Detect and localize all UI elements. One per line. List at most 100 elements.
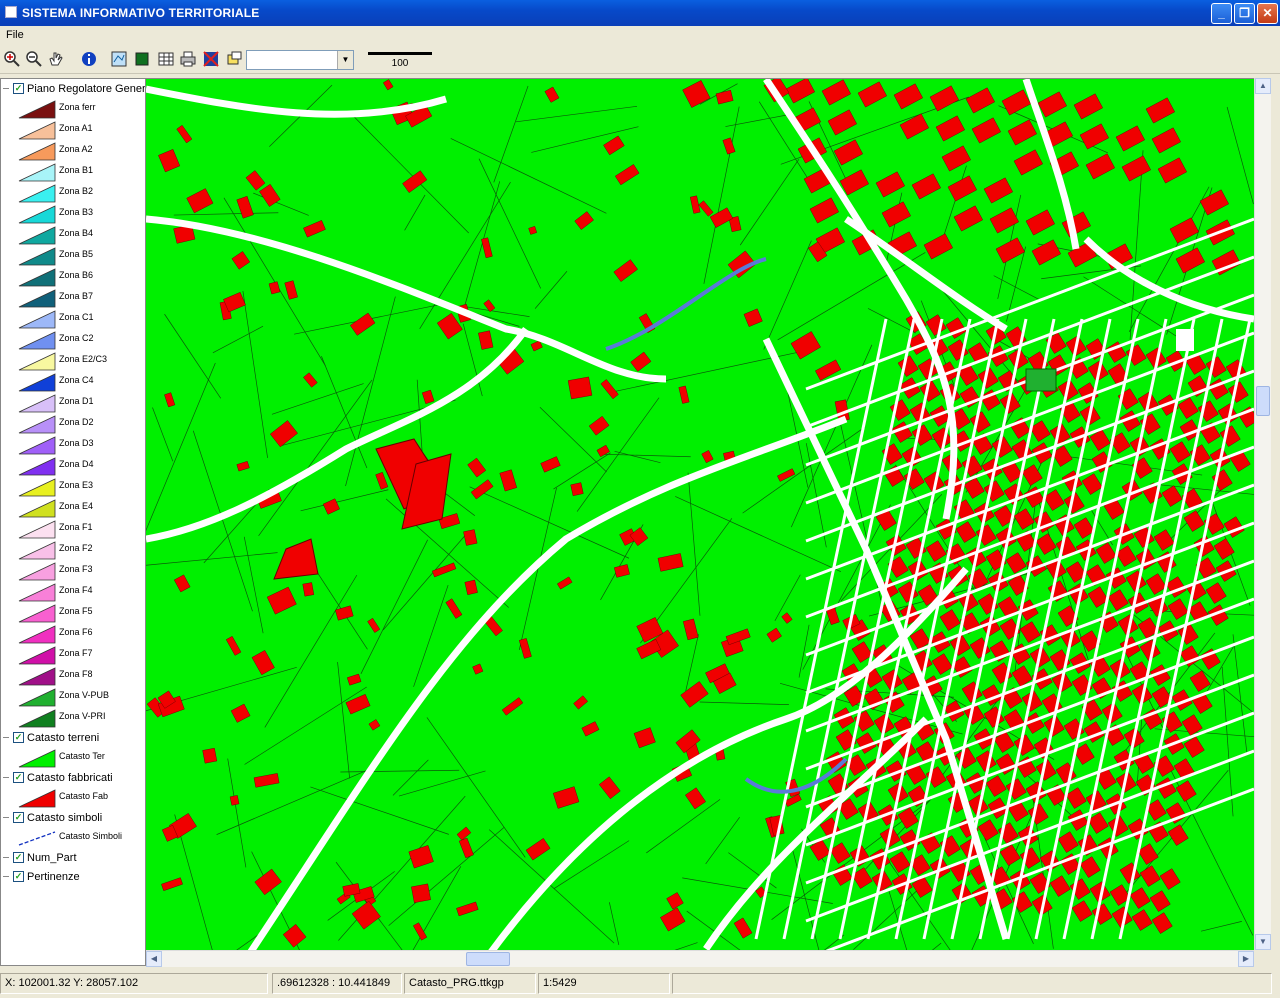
legend-item-label: Zona A2 bbox=[59, 144, 93, 154]
legend-swatch bbox=[18, 268, 56, 287]
layer-checkbox[interactable]: ✓ bbox=[13, 83, 24, 94]
legend-swatch bbox=[18, 562, 56, 581]
scroll-left-icon[interactable]: ◀ bbox=[146, 951, 162, 967]
legend-item-label: Zona E3 bbox=[59, 480, 94, 490]
vertical-scrollbar[interactable]: ▲ ▼ bbox=[1254, 78, 1271, 950]
scroll-up-icon[interactable]: ▲ bbox=[1255, 78, 1271, 94]
layer-checkbox[interactable]: ✓ bbox=[13, 732, 24, 743]
tree-line bbox=[3, 876, 9, 877]
pan-hand-icon[interactable] bbox=[47, 50, 65, 68]
legend-item-label: Zona V-PRI bbox=[59, 711, 106, 721]
vertical-scroll-thumb[interactable] bbox=[1256, 386, 1270, 416]
legend-item: Zona D1 bbox=[15, 393, 145, 414]
legend-swatch bbox=[18, 709, 56, 728]
legend-swatch bbox=[18, 831, 56, 846]
status-geo: .69612328 : 10.441849 bbox=[272, 973, 402, 994]
status-empty bbox=[672, 973, 1272, 994]
status-bar: X: 102001.32 Y: 28057.102 .69612328 : 10… bbox=[0, 970, 1280, 998]
legend-swatch bbox=[18, 667, 56, 686]
tree-line bbox=[3, 857, 9, 858]
legend-item-label: Zona B3 bbox=[59, 207, 94, 217]
maximize-button[interactable]: ❐ bbox=[1234, 3, 1255, 24]
legend-swatch bbox=[18, 331, 56, 350]
scroll-down-icon[interactable]: ▼ bbox=[1255, 934, 1271, 950]
legend-item: Zona C1 bbox=[15, 309, 145, 330]
layer-name: Num_Part bbox=[27, 852, 77, 864]
building bbox=[302, 582, 315, 597]
map-drawing[interactable] bbox=[146, 79, 1254, 950]
layer-row[interactable]: ✓ Catasto terreni bbox=[3, 730, 145, 746]
legend-swatch bbox=[18, 541, 56, 560]
legend-swatch bbox=[18, 646, 56, 665]
legend-item-label: Zona F3 bbox=[59, 564, 93, 574]
status-coords: X: 102001.32 Y: 28057.102 bbox=[0, 973, 268, 994]
legend-item-label: Zona D3 bbox=[59, 438, 94, 448]
horizontal-scrollbar[interactable]: ◀ ▶ bbox=[146, 950, 1254, 967]
legend-item-label: Zona V-PUB bbox=[59, 690, 110, 700]
legend-item-label: Zona F1 bbox=[59, 522, 93, 532]
layer-row[interactable]: ✓ Catasto simboli bbox=[3, 810, 145, 826]
legend-swatch bbox=[18, 310, 56, 329]
layer-row[interactable]: ✓ Num_Part bbox=[3, 850, 145, 866]
window-title: SISTEMA INFORMATIVO TERRITORIALE bbox=[22, 6, 260, 20]
layer-checkbox[interactable]: ✓ bbox=[13, 812, 24, 823]
layer-row[interactable]: ✓ Pertinenze bbox=[3, 869, 145, 885]
legend-item-label: Catasto Fab bbox=[59, 791, 109, 801]
menu-file[interactable]: File bbox=[6, 29, 24, 41]
legend-item: Zona B6 bbox=[15, 267, 145, 288]
legend-swatch bbox=[18, 583, 56, 602]
legend-item: Zona E4 bbox=[15, 498, 145, 519]
toolbar: ▼ 100 bbox=[0, 46, 1280, 74]
close-button[interactable]: ✕ bbox=[1257, 3, 1278, 24]
legend-swatch bbox=[18, 247, 56, 266]
layer-row[interactable]: ✓Piano Regolatore Generale bbox=[3, 81, 145, 97]
layer-fill-icon[interactable] bbox=[133, 50, 151, 68]
info-icon[interactable] bbox=[80, 50, 98, 68]
legend-item-label: Zona F7 bbox=[59, 648, 93, 658]
park bbox=[1176, 329, 1194, 351]
legend-item-label: Zona C1 bbox=[59, 312, 94, 322]
horizontal-scroll-thumb[interactable] bbox=[466, 952, 510, 966]
legend-swatch bbox=[18, 163, 56, 182]
layer-row[interactable]: ✓ Catasto fabbricati bbox=[3, 770, 145, 786]
legend-item: Zona B7 bbox=[15, 288, 145, 309]
legend-item-label: Zona B6 bbox=[59, 270, 94, 280]
legend-item-label: Zona ferr bbox=[59, 102, 96, 112]
legend-item: Zona B3 bbox=[15, 204, 145, 225]
legend-item: Zona V-PRI bbox=[15, 708, 145, 729]
select-tool-icon[interactable] bbox=[225, 50, 243, 68]
zoom-in-icon[interactable] bbox=[3, 50, 21, 68]
legend-swatch bbox=[18, 415, 56, 434]
legend-swatch bbox=[18, 749, 56, 768]
layer-name: Catasto terreni bbox=[27, 732, 100, 744]
full-extent-icon[interactable] bbox=[110, 50, 128, 68]
legend-item-label: Zona C2 bbox=[59, 333, 94, 343]
scale-combo[interactable]: ▼ bbox=[246, 50, 354, 70]
legend-item: Zona D3 bbox=[15, 435, 145, 456]
legend-item: Zona E3 bbox=[15, 477, 145, 498]
legend-item: Zona D2 bbox=[15, 414, 145, 435]
minimize-button[interactable]: _ bbox=[1211, 3, 1232, 24]
grid-table-icon[interactable] bbox=[157, 50, 175, 68]
legend-item: Zona A1 bbox=[15, 120, 145, 141]
scroll-right-icon[interactable]: ▶ bbox=[1238, 951, 1254, 967]
legend-item-label: Zona E4 bbox=[59, 501, 94, 511]
layer-name: Catasto simboli bbox=[27, 812, 103, 824]
legend-item: Catasto Fab bbox=[15, 788, 145, 809]
layer-checkbox[interactable]: ✓ bbox=[13, 871, 24, 882]
layer-checkbox[interactable]: ✓ bbox=[13, 772, 24, 783]
legend-swatch bbox=[18, 373, 56, 392]
legend-item: Zona F4 bbox=[15, 582, 145, 603]
layer-checkbox[interactable]: ✓ bbox=[13, 852, 24, 863]
zoom-out-icon[interactable] bbox=[25, 50, 43, 68]
legend-swatch bbox=[18, 205, 56, 224]
legend-swatch bbox=[18, 625, 56, 644]
legend-item-label: Zona F2 bbox=[59, 543, 93, 553]
print-icon[interactable] bbox=[179, 50, 197, 68]
tree-line bbox=[3, 817, 9, 818]
map-export-icon[interactable] bbox=[202, 50, 220, 68]
map-canvas[interactable] bbox=[146, 78, 1254, 950]
layer-name: Pertinenze bbox=[27, 871, 80, 883]
chevron-down-icon[interactable]: ▼ bbox=[337, 51, 353, 69]
legend-swatch bbox=[18, 142, 56, 161]
